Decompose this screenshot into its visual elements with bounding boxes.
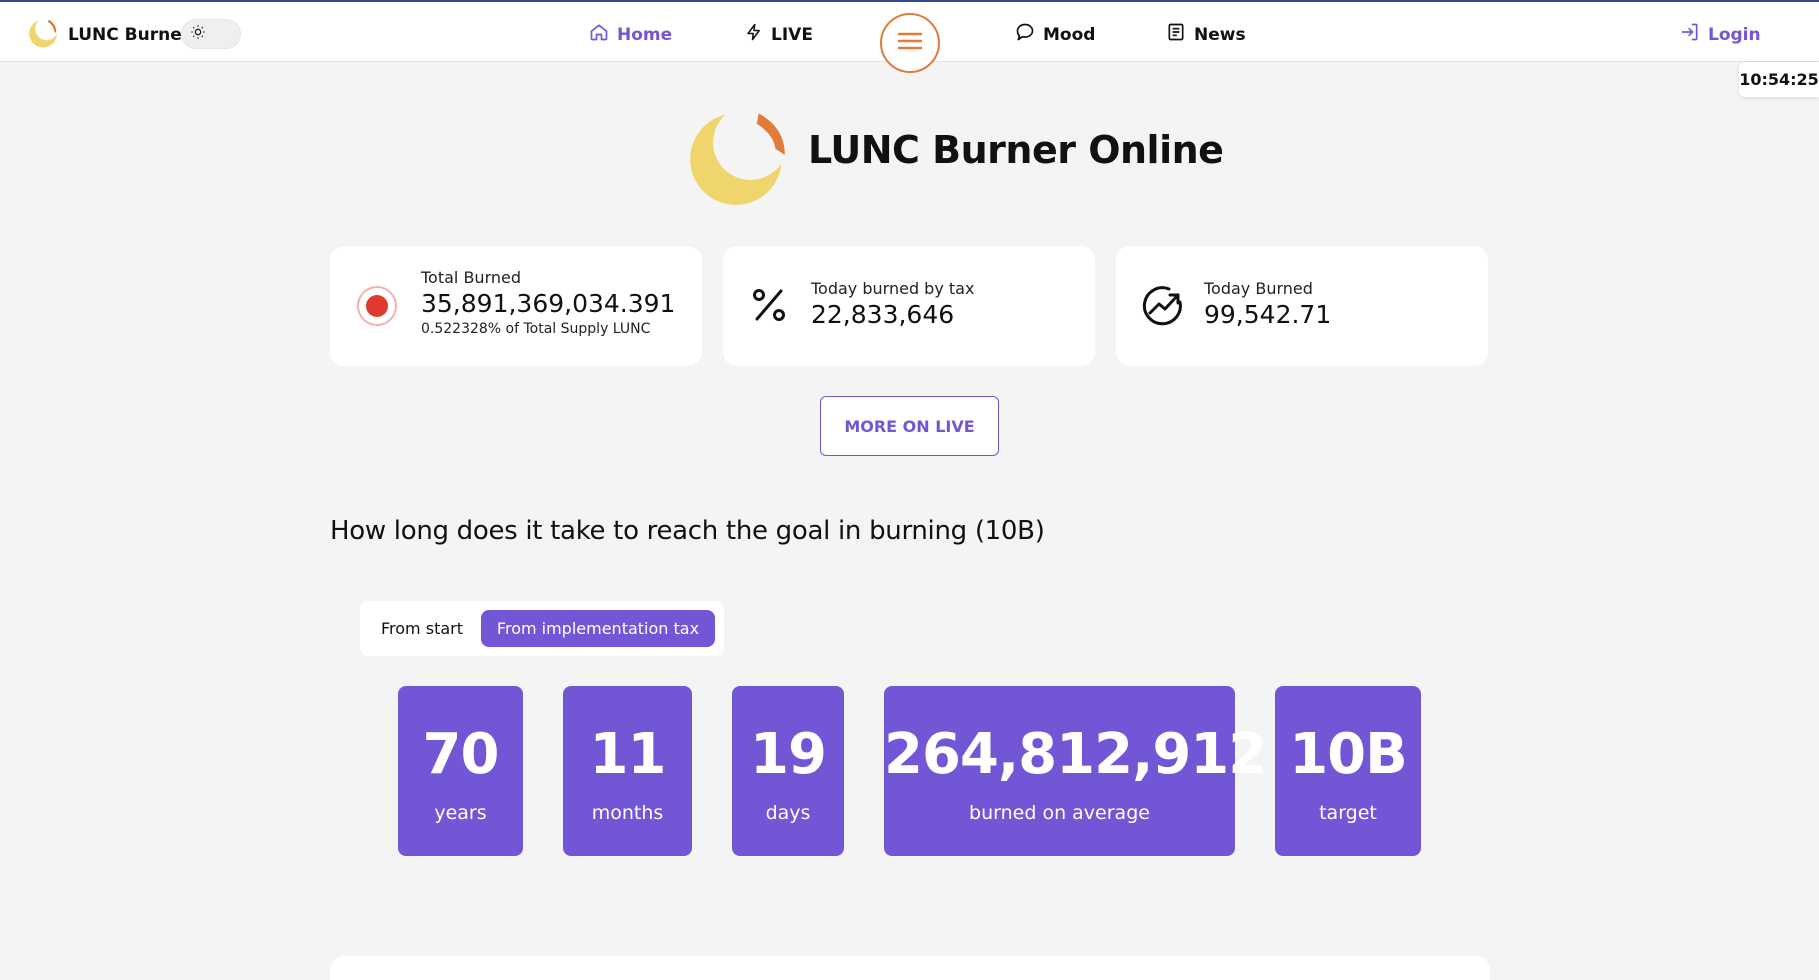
- months-value: 11: [589, 722, 667, 787]
- today-burned-card: Today Burned 99,542.71: [1116, 246, 1488, 366]
- brand-link[interactable]: LUNC Burner: [28, 17, 191, 52]
- today-burned-label: Today Burned: [1204, 279, 1313, 298]
- total-burned-value: 35,891,369,034.391: [421, 289, 676, 318]
- lunc-logo-icon: [28, 17, 58, 52]
- today-tax-label: Today burned by tax: [811, 279, 975, 298]
- nav-live[interactable]: LIVE: [745, 22, 813, 47]
- login-icon: [1680, 22, 1700, 47]
- hamburger-icon: [897, 31, 923, 55]
- total-burned-card: Total Burned 35,891,369,034.391 0.522328…: [330, 246, 702, 366]
- today-tax-value: 22,833,646: [811, 300, 955, 329]
- goal-section-title: How long does it take to reach the goal …: [330, 516, 1045, 546]
- newspaper-icon: [1166, 22, 1186, 47]
- tab-from-start[interactable]: From start: [374, 610, 470, 647]
- months-caption: months: [591, 802, 664, 824]
- nav-live-label: LIVE: [771, 24, 813, 45]
- nav-news-label: News: [1194, 24, 1246, 45]
- target-value: 10B: [1289, 722, 1408, 787]
- clock-readout: 10:54:25: [1739, 62, 1819, 97]
- page-title: LUNC Burner Online: [808, 128, 1224, 172]
- more-on-live-button[interactable]: MORE ON LIVE: [820, 396, 999, 456]
- average-burned-tile: 264,812,912 burned on average: [884, 686, 1267, 856]
- target-caption: target: [1319, 802, 1377, 824]
- total-burned-label: Total Burned: [421, 268, 522, 287]
- days-value: 19: [750, 722, 827, 787]
- years-value: 70: [422, 722, 500, 787]
- average-burned-caption: burned on average: [969, 802, 1150, 824]
- lightning-icon: [745, 22, 763, 47]
- next-section-card: [330, 956, 1490, 980]
- percent-icon: [749, 285, 789, 329]
- brand-name: LUNC Burner: [68, 25, 191, 45]
- months-tile: 11 months: [563, 686, 692, 856]
- today-tax-card: Today burned by tax 22,833,646: [723, 246, 1095, 366]
- years-caption: years: [434, 802, 487, 824]
- days-tile: 19 days: [732, 686, 844, 856]
- chat-icon: [1015, 22, 1035, 47]
- tab-from-implementation-tax[interactable]: From implementation tax: [481, 610, 715, 647]
- nav-login-label: Login: [1708, 24, 1761, 45]
- total-supply-percent: 0.522328% of Total Supply LUNC: [421, 321, 651, 337]
- nav-home-label: Home: [617, 24, 673, 45]
- sun-icon: [190, 24, 206, 44]
- target-tile: 10B target: [1275, 686, 1421, 856]
- nav-mood[interactable]: Mood: [1015, 22, 1095, 47]
- today-burned-value: 99,542.71: [1204, 300, 1332, 329]
- top-navbar: LUNC Burner Home LIVE Mood News Login: [0, 0, 1819, 73]
- hero-logo-icon: [686, 103, 790, 211]
- years-tile: 70 years: [398, 686, 523, 856]
- average-burned-value: 264,812,912: [884, 722, 1267, 787]
- nav-home[interactable]: Home: [589, 22, 672, 47]
- nav-news[interactable]: News: [1166, 22, 1246, 47]
- nav-login[interactable]: Login: [1680, 22, 1761, 47]
- days-caption: days: [765, 802, 811, 824]
- live-record-icon: [356, 285, 398, 331]
- theme-toggle[interactable]: [181, 19, 241, 49]
- menu-button[interactable]: [880, 13, 940, 73]
- nav-mood-label: Mood: [1043, 24, 1096, 45]
- home-icon: [589, 22, 609, 47]
- goal-tabs: From start From implementation tax: [360, 601, 724, 656]
- trending-up-icon: [1142, 285, 1184, 331]
